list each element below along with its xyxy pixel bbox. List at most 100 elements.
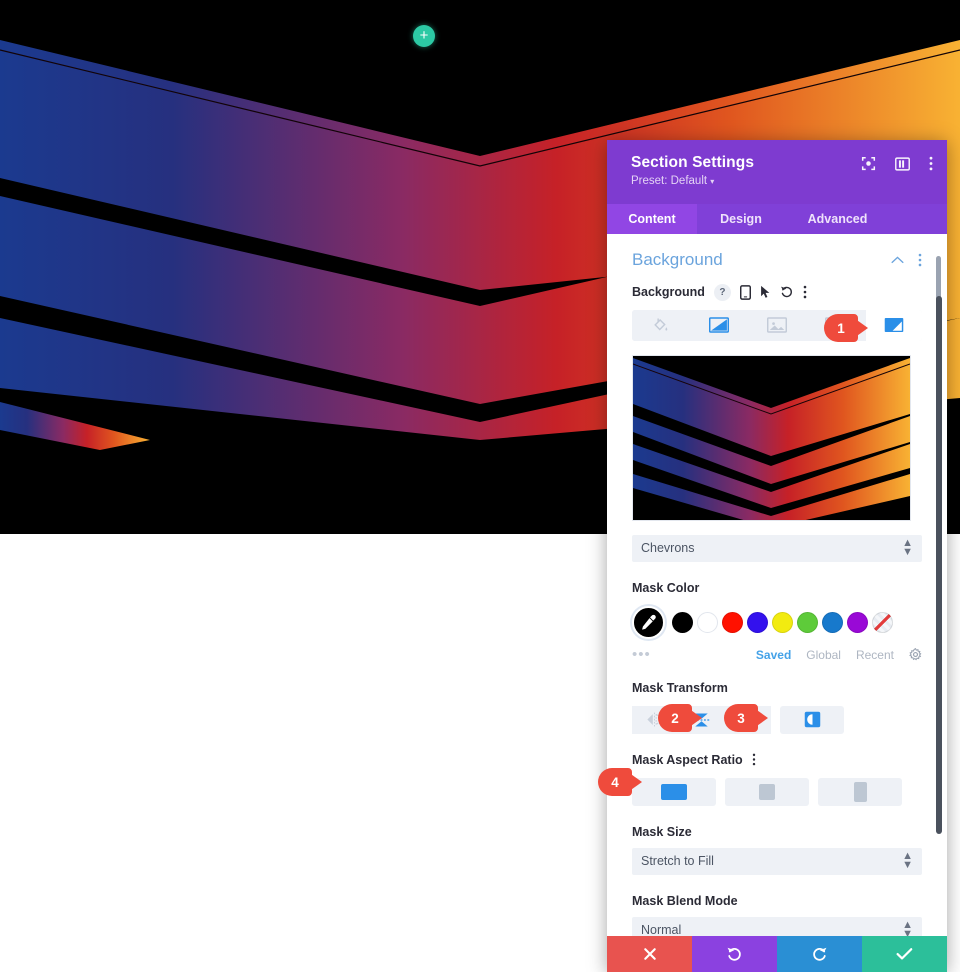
video-icon xyxy=(825,317,846,333)
mask-transform-group xyxy=(632,705,922,734)
swatch-cyan[interactable] xyxy=(822,611,843,633)
rotate-button[interactable] xyxy=(726,705,771,734)
redo-button[interactable] xyxy=(777,936,862,972)
section-settings-modal: Section Settings Preset: Default ▾ Conte… xyxy=(607,140,947,972)
mask-color-swatches xyxy=(632,605,922,639)
swatch-yellow[interactable] xyxy=(772,611,793,633)
more-options-icon[interactable] xyxy=(803,285,807,299)
undo-reset-icon[interactable] xyxy=(780,285,794,299)
redo-icon xyxy=(813,947,827,961)
mask-aspect-ratio-label: Mask Aspect Ratio xyxy=(632,753,922,767)
mask-size-label: Mask Size xyxy=(632,824,692,839)
background-color-tab[interactable] xyxy=(632,309,689,341)
layout-columns-icon[interactable] xyxy=(895,156,910,171)
checkmark-icon xyxy=(896,948,913,960)
page-scrollbar[interactable] xyxy=(936,296,942,834)
background-type-group xyxy=(632,309,922,341)
invert-button[interactable] xyxy=(780,705,844,734)
aspect-portrait[interactable] xyxy=(818,777,902,806)
flip-horizontal-button[interactable] xyxy=(632,705,677,734)
chevron-down-icon: ▾ xyxy=(710,177,715,186)
swatch-white[interactable] xyxy=(697,611,718,633)
image-icon xyxy=(767,317,788,333)
mask-transform-label: Mask Transform xyxy=(632,681,922,695)
background-label: Background xyxy=(632,285,705,300)
modal-header: Section Settings Preset: Default ▾ xyxy=(607,140,947,204)
mobile-device-icon[interactable] xyxy=(739,284,751,300)
preset-selector[interactable]: Preset: Default ▾ xyxy=(631,175,929,187)
background-gradient-tab[interactable] xyxy=(690,309,747,341)
preset-label: Preset: Default xyxy=(631,175,708,187)
mask-blend-mode-value: Normal xyxy=(641,923,682,936)
aspect-square[interactable] xyxy=(725,777,809,806)
mask-blend-mode-label: Mask Blend Mode xyxy=(632,893,738,908)
mask-blend-mode-select[interactable]: Normal ▲ ▼ xyxy=(632,916,922,936)
undo-button[interactable] xyxy=(692,936,777,972)
rect-portrait-icon xyxy=(853,781,867,802)
modal-body: Background Background ? Chevrons ▲ ▼ Mas… xyxy=(607,233,947,936)
background-field-label-row: Background ? xyxy=(632,283,922,301)
swatch-none[interactable] xyxy=(872,611,893,633)
mask-preview-image xyxy=(633,355,910,520)
rect-square-icon xyxy=(759,783,775,800)
mask-pattern-select[interactable]: Chevrons ▲ ▼ xyxy=(632,534,922,562)
mask-preview[interactable] xyxy=(632,354,911,521)
eyedropper-icon xyxy=(642,614,656,630)
rect-landscape-icon xyxy=(661,783,687,800)
color-tab-global[interactable]: Global xyxy=(806,648,841,662)
mask-color-label: Mask Color xyxy=(632,581,922,595)
select-arrows-icon: ▲ ▼ xyxy=(902,850,913,872)
close-x-icon xyxy=(643,948,656,960)
more-options-icon[interactable] xyxy=(918,253,922,267)
mask-aspect-ratio-group xyxy=(632,777,922,806)
gear-icon[interactable] xyxy=(909,648,922,661)
flip-vertical-button[interactable] xyxy=(679,705,724,734)
cursor-pointer-icon[interactable] xyxy=(760,285,771,299)
mask-size-value: Stretch to Fill xyxy=(641,854,714,869)
background-mask-tab[interactable] xyxy=(865,309,922,341)
question-mark-icon[interactable]: ? xyxy=(713,283,731,301)
paint-bucket-icon xyxy=(653,318,667,331)
swatch-purple[interactable] xyxy=(847,611,868,633)
section-title: Background xyxy=(632,249,723,269)
responsive-view-icon[interactable] xyxy=(861,156,876,171)
add-section-button[interactable]: + xyxy=(413,25,435,47)
background-section-header[interactable]: Background xyxy=(632,234,922,284)
aspect-landscape[interactable] xyxy=(632,777,716,806)
flip-vertical-icon xyxy=(693,713,710,727)
color-picker-button[interactable] xyxy=(632,605,665,639)
color-tab-recent[interactable]: Recent xyxy=(856,648,894,662)
tab-advanced[interactable]: Advanced xyxy=(785,204,890,234)
more-options-icon[interactable] xyxy=(752,753,756,766)
modal-footer xyxy=(607,936,947,972)
mask-icon xyxy=(884,318,904,333)
background-video-tab[interactable] xyxy=(807,309,864,341)
tab-design[interactable]: Design xyxy=(697,204,785,234)
mask-size-select[interactable]: Stretch to Fill ▲ ▼ xyxy=(632,847,922,875)
mask-transform-label-text: Mask Transform xyxy=(632,680,728,695)
flip-horizontal-icon xyxy=(647,712,663,727)
rotate-ccw-icon xyxy=(741,713,755,727)
mask-color-label-text: Mask Color xyxy=(632,580,700,595)
modal-tabs: Content Design Advanced xyxy=(607,203,947,234)
more-options-icon[interactable] xyxy=(929,156,933,171)
cancel-button[interactable] xyxy=(607,936,692,972)
swatch-black[interactable] xyxy=(672,611,693,633)
background-image-tab[interactable] xyxy=(748,309,806,341)
chevron-up-icon[interactable] xyxy=(891,256,904,264)
invert-contrast-icon xyxy=(804,711,820,728)
undo-icon xyxy=(727,947,741,961)
tab-content[interactable]: Content xyxy=(607,203,697,234)
color-tab-saved[interactable]: Saved xyxy=(756,648,791,662)
select-arrows-icon: ▲ ▼ xyxy=(902,919,913,936)
swatch-green[interactable] xyxy=(797,611,818,633)
mask-aspect-ratio-label-text: Mask Aspect Ratio xyxy=(632,752,743,767)
color-source-row: ••• Saved Global Recent xyxy=(632,647,922,662)
swatch-red[interactable] xyxy=(722,611,743,633)
mask-pattern-value: Chevrons xyxy=(641,541,695,556)
select-arrows-icon: ▲ ▼ xyxy=(902,537,913,559)
gradient-icon xyxy=(708,317,729,333)
save-button[interactable] xyxy=(862,936,947,972)
swatch-blue[interactable] xyxy=(747,611,768,633)
more-colors-button[interactable]: ••• xyxy=(632,647,651,662)
